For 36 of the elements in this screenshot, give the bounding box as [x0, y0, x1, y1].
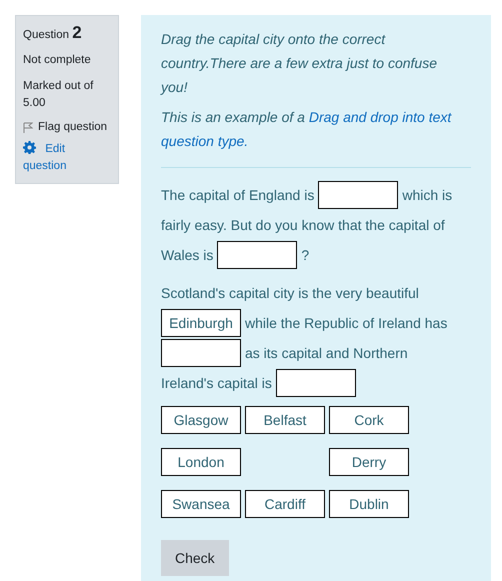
drop-zone[interactable] — [217, 241, 298, 269]
question-type-link[interactable]: question type. — [161, 133, 248, 149]
drop-zone[interactable]: Edinburgh — [161, 309, 241, 337]
drop-zone[interactable] — [318, 181, 398, 209]
instruction-text: Drag the capital city onto the correct — [161, 31, 386, 47]
flag-icon — [23, 122, 33, 132]
drag-item[interactable]: Swansea — [161, 490, 241, 518]
question-text: fairly easy. But do you know that the capital of — [161, 216, 445, 235]
question-text: while the Republic of Ireland has — [245, 314, 448, 333]
edit-question-link[interactable]: Edit question — [23, 141, 111, 175]
question-text: as its capital and Northern — [245, 344, 408, 363]
instruction-text: This is an example of a — [161, 109, 306, 125]
instruction-text: you! — [161, 79, 188, 95]
drag-item[interactable]: Derry — [329, 448, 409, 476]
question-text: ? — [301, 246, 310, 265]
drag-item[interactable]: Glasgow — [161, 406, 241, 434]
drag-item[interactable]: Cork — [329, 406, 409, 434]
drag-item[interactable]: Dublin — [329, 490, 409, 518]
question-marks: Marked out of 5.00 — [23, 79, 94, 111]
question-type-link[interactable]: Drag and drop into text — [308, 109, 452, 125]
flag-question-link[interactable]: Flag question — [23, 121, 111, 133]
instruction-text: country.There are a few extra just to confuse — [161, 55, 437, 71]
settings-icon — [23, 141, 36, 154]
question-text: Wales is — [161, 246, 214, 265]
check-button[interactable]: Check — [161, 540, 229, 576]
drop-zone[interactable] — [161, 339, 241, 367]
question-number: Question 2 — [23, 23, 83, 43]
question-text: which is — [402, 186, 452, 205]
question-text: Ireland's capital is — [161, 374, 272, 393]
question-text: The capital of England is — [161, 186, 314, 205]
drag-item[interactable]: Belfast — [245, 406, 325, 434]
drag-item[interactable]: Cardiff — [245, 490, 325, 518]
question-state: Not complete — [23, 53, 92, 68]
drag-item[interactable]: London — [161, 448, 241, 476]
drop-zone[interactable] — [276, 369, 356, 397]
question-text: Scotland's capital city is the very beautiful — [161, 284, 419, 303]
